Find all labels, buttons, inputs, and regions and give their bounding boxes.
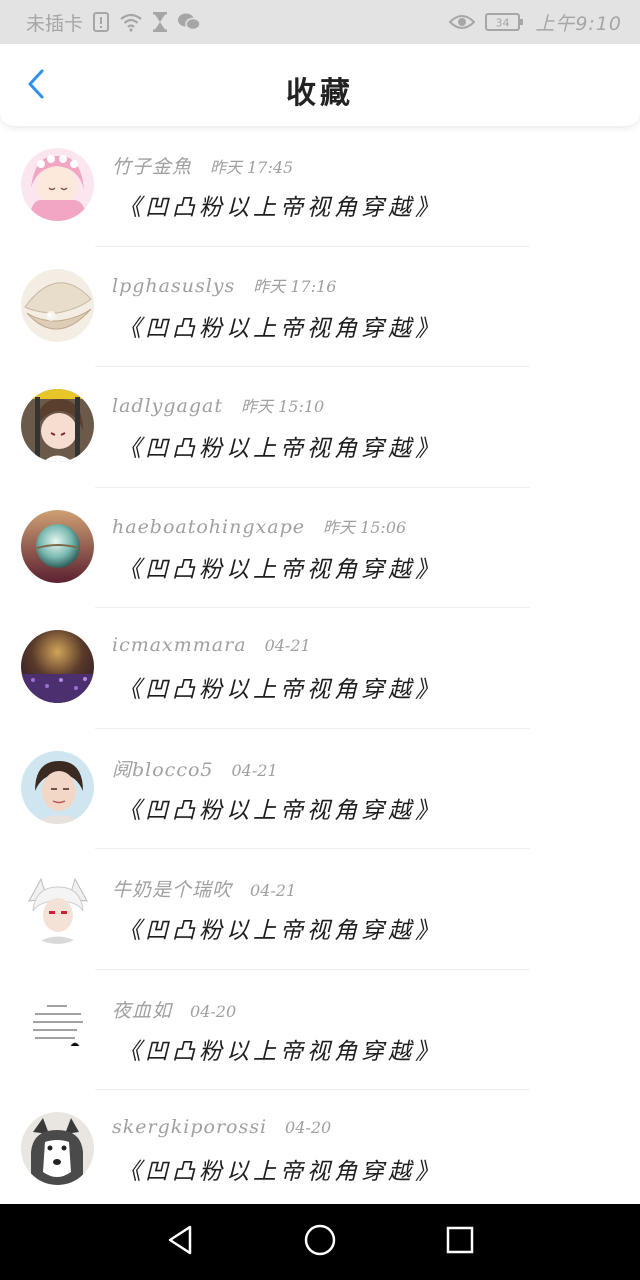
- username[interactable]: 牛奶是个瑞吹: [112, 875, 232, 902]
- avatar[interactable]: [21, 268, 94, 342]
- timestamp: 04-21: [264, 636, 311, 655]
- clock: 上午9:10: [535, 12, 622, 35]
- timestamp: 04-21: [250, 881, 297, 900]
- timestamp: 昨天 15:10: [241, 397, 325, 416]
- favorite-title[interactable]: 《凹凸粉以上帝视角穿越》: [118, 1032, 442, 1066]
- timestamp: 04-20: [285, 1118, 332, 1137]
- username[interactable]: 阋blocco5: [112, 755, 214, 782]
- navigation-bar: [0, 1204, 640, 1280]
- username[interactable]: 竹子金魚: [112, 152, 192, 179]
- timestamp: 昨天 17:16: [253, 276, 337, 296]
- favorite-title[interactable]: 《凹凸粉以上帝视角穿越》: [118, 550, 442, 584]
- nav-back-button[interactable]: [150, 1212, 210, 1272]
- avatar[interactable]: [21, 871, 94, 944]
- list-item[interactable]: 阋blocco5 04-21 《凹凸粉以上帝视角穿越》: [0, 729, 640, 849]
- avatar[interactable]: [21, 389, 94, 462]
- battery-icon: 34: [485, 13, 525, 31]
- status-bar: 未插卡 34 上午9:10: [0, 0, 640, 44]
- page-title: 收藏: [286, 76, 354, 111]
- avatar[interactable]: [21, 630, 94, 703]
- list-item[interactable]: ladlygagat 昨天 15:10 《凹凸粉以上帝视角穿越》: [0, 367, 640, 488]
- back-triangle-icon: [165, 1224, 195, 1260]
- recents-square-icon: [445, 1225, 475, 1259]
- username[interactable]: lpghasuslys: [112, 275, 235, 297]
- list-item[interactable]: 牛奶是个瑞吹 04-21 《凹凸粉以上帝视角穿越》: [0, 849, 640, 970]
- nav-recents-button[interactable]: [430, 1212, 490, 1272]
- favorite-title[interactable]: 《凹凸粉以上帝视角穿越》: [118, 429, 442, 463]
- favorite-title[interactable]: 《凹凸粉以上帝视角穿越》: [118, 791, 442, 825]
- carrier-label: 未插卡: [26, 12, 84, 35]
- wifi-icon: [119, 12, 143, 32]
- username[interactable]: icmaxmmara: [112, 634, 247, 656]
- favorite-title[interactable]: 《凹凸粉以上帝视角穿越》: [118, 911, 442, 945]
- timestamp: 昨天 15:06: [322, 517, 407, 537]
- hourglass-icon: [153, 12, 168, 32]
- list-item[interactable]: icmaxmmara 04-21 《凹凸粉以上帝视角穿越》: [0, 608, 640, 729]
- sim-alert-icon: [93, 12, 110, 32]
- avatar[interactable]: [21, 148, 94, 221]
- favorite-title[interactable]: 《凹凸粉以上帝视角穿越》: [118, 1152, 442, 1186]
- wechat-icon: [177, 12, 201, 32]
- nav-home-button[interactable]: [290, 1212, 350, 1272]
- avatar[interactable]: [21, 1112, 94, 1185]
- list-item[interactable]: skergkiporossi 04-20 《凹凸粉以上帝视角穿越》: [0, 1090, 640, 1204]
- eye-icon: [449, 13, 476, 31]
- username[interactable]: 夜血如: [112, 996, 172, 1023]
- timestamp: 04-21: [231, 760, 278, 780]
- favorite-title[interactable]: 《凹凸粉以上帝视角穿越》: [118, 309, 442, 343]
- username[interactable]: skergkiporossi: [112, 1116, 267, 1138]
- avatar[interactable]: [21, 991, 94, 1065]
- favorite-title[interactable]: 《凹凸粉以上帝视角穿越》: [118, 670, 442, 704]
- favorites-list[interactable]: 竹子金魚 昨天 17:45 《凹凸粉以上帝视角穿越》 lpghasuslys 昨…: [0, 126, 640, 1204]
- home-circle-icon: [303, 1223, 337, 1261]
- list-item[interactable]: lpghasuslys 昨天 17:16 《凹凸粉以上帝视角穿越》: [0, 247, 640, 367]
- header: 收藏: [0, 44, 640, 126]
- username[interactable]: haeboatohingxape: [112, 516, 305, 538]
- list-item[interactable]: 竹子金魚 昨天 17:45 《凹凸粉以上帝视角穿越》: [0, 126, 640, 247]
- list-item[interactable]: haeboatohingxape 昨天 15:06 《凹凸粉以上帝视角穿越》: [0, 488, 640, 608]
- avatar[interactable]: [21, 750, 94, 824]
- username[interactable]: ladlygagat: [112, 395, 223, 417]
- avatar[interactable]: [21, 509, 94, 583]
- timestamp: 04-20: [190, 1001, 237, 1021]
- timestamp: 昨天 17:45: [210, 158, 294, 177]
- list-item[interactable]: 夜血如 04-20 《凹凸粉以上帝视角穿越》: [0, 970, 640, 1090]
- battery-level: 34: [496, 17, 510, 30]
- favorite-title[interactable]: 《凹凸粉以上帝视角穿越》: [118, 188, 442, 222]
